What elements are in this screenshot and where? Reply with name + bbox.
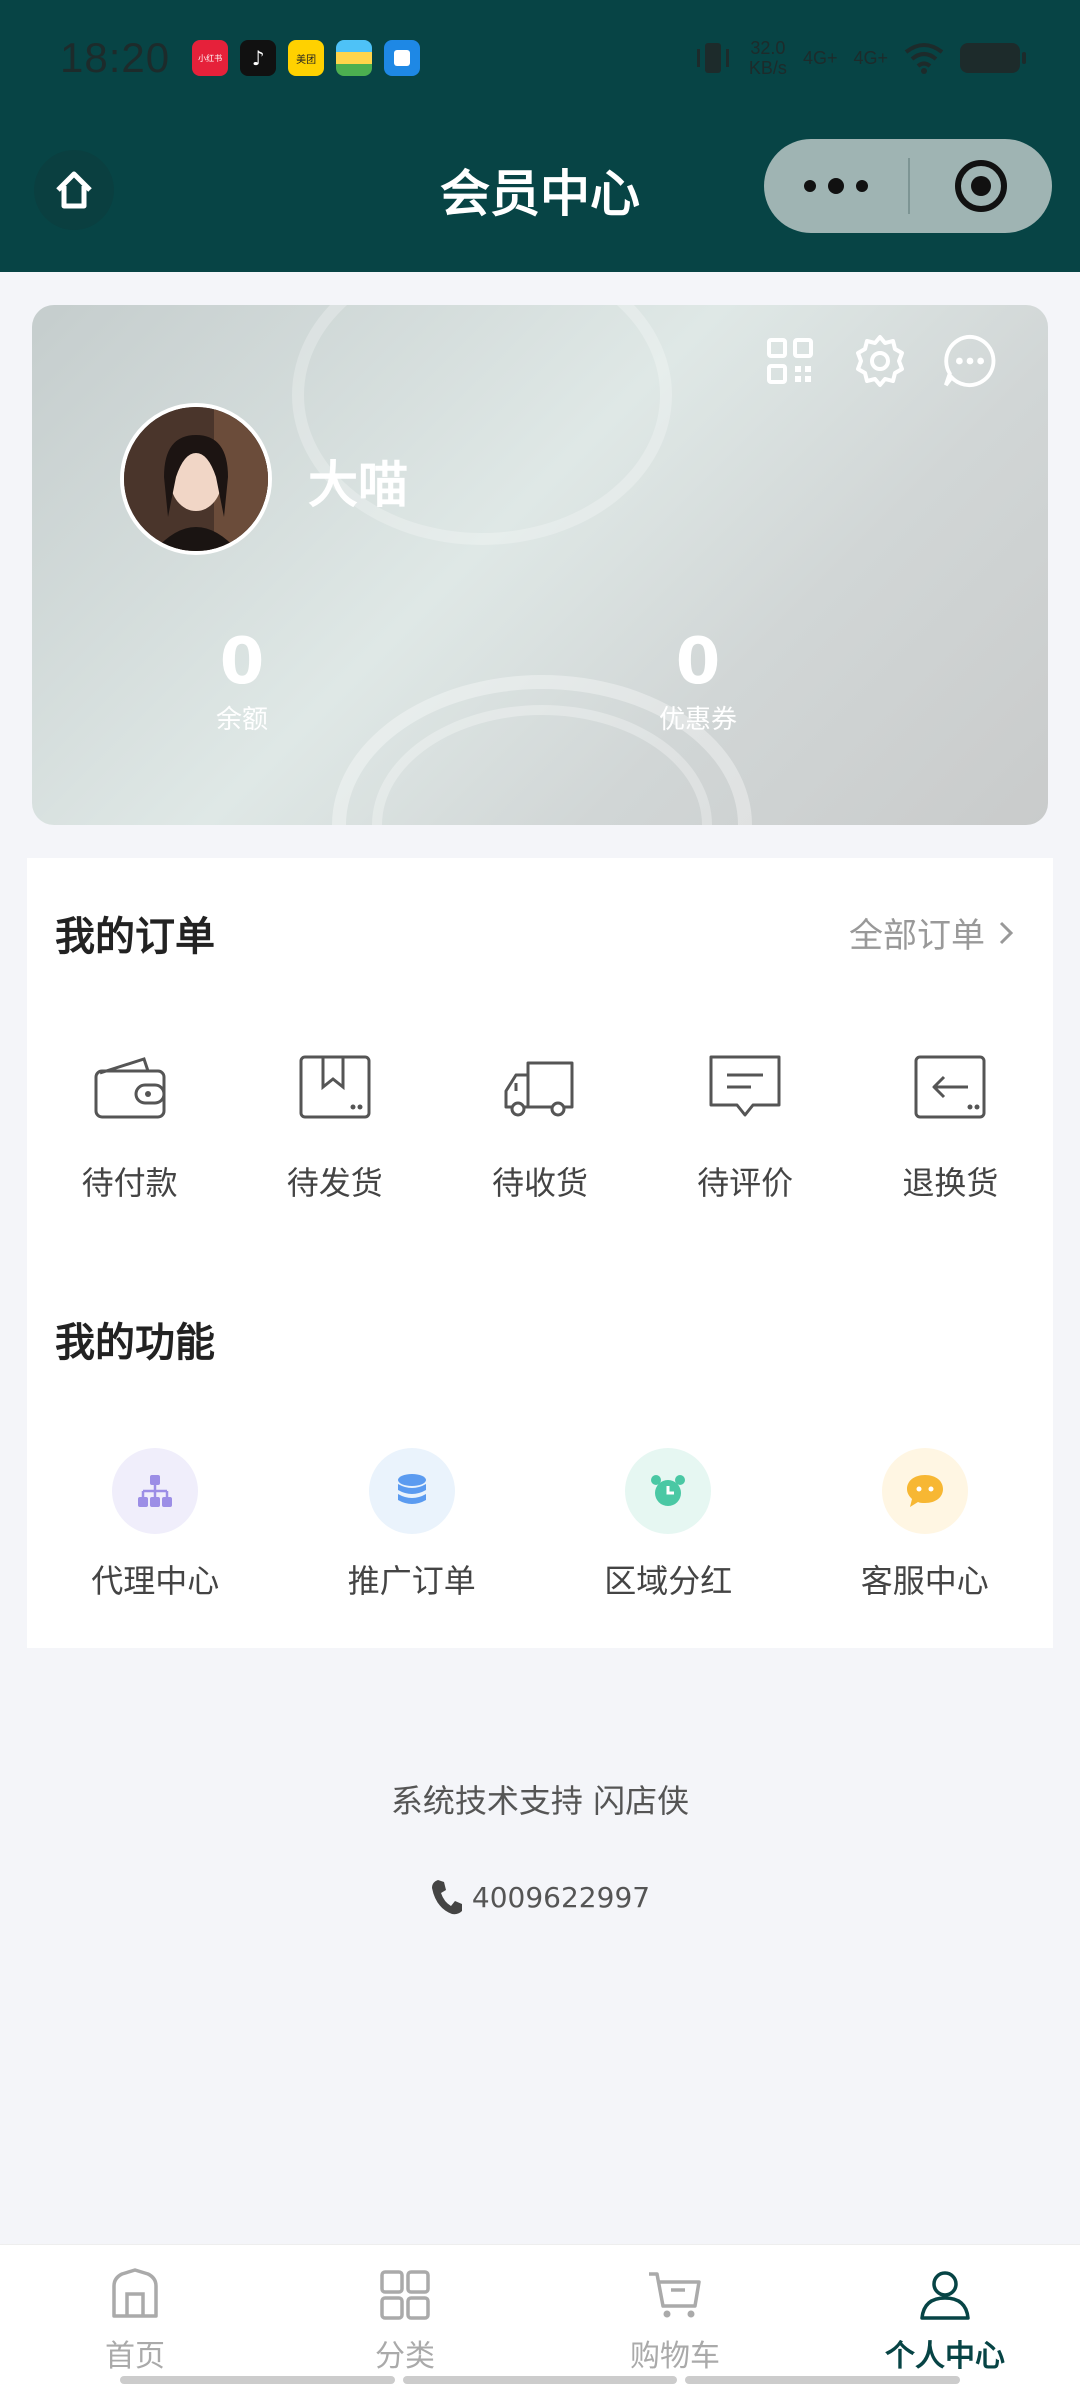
wallet-app-icon (336, 40, 373, 76)
func-promotion-orders[interactable]: 推广订单 (284, 1448, 541, 1602)
miniprogram-capsule (764, 139, 1052, 233)
status-bar: 18:20 小红书 ♪ 美团 32.0 KB/s 4G+ 4G+ (0, 0, 1080, 116)
balance-value: 0 (219, 625, 265, 699)
files-app-icon (384, 40, 421, 76)
order-return-exchange[interactable]: 退换货 (848, 1048, 1053, 1204)
profile-card: 大喵 0 余额 0 优惠券 (32, 305, 1048, 825)
truck-icon (500, 1048, 580, 1128)
tab-profile[interactable]: 个人中心 (810, 2245, 1080, 2388)
order-pending-review[interactable]: 待评价 (643, 1048, 848, 1204)
func-regional-dividend[interactable]: 区域分红 (540, 1448, 797, 1602)
order-status-list: 待付款 待发货 待收货 待评价 退换货 (27, 1048, 1053, 1204)
orders-title: 我的订单 (55, 914, 215, 960)
chat-bubble-icon (881, 1448, 968, 1534)
functions-title: 我的功能 (55, 1320, 215, 1366)
balance-label: 余额 (215, 705, 268, 735)
profile-actions (762, 333, 998, 389)
bottom-tab-bar: 首页 分类 购物车 个人中心 (0, 2244, 1080, 2388)
all-orders-link[interactable]: 全部订单 (849, 908, 1015, 957)
more-button[interactable] (764, 178, 908, 194)
wallet-icon (90, 1048, 170, 1128)
func-customer-service[interactable]: 客服中心 (797, 1448, 1054, 1602)
tab-cart[interactable]: 购物车 (540, 2245, 810, 2388)
person-icon (915, 2265, 975, 2325)
tech-support-text: 系统技术支持 闪店侠 (390, 1782, 690, 1820)
qr-code-icon[interactable] (762, 333, 818, 389)
func-agent-center[interactable]: 代理中心 (27, 1448, 284, 1602)
phone-icon (431, 1880, 462, 1915)
support-phone[interactable]: 4009622997 (0, 1878, 1080, 1916)
orders-functions-panel: 我的订单 全部订单 待付款 待发货 待收货 待评价 退换货 我的功能 代理中心 … (27, 858, 1053, 1648)
signal-2: 4G+ (853, 47, 888, 68)
battery-icon (960, 43, 1026, 73)
tab-category[interactable]: 分类 (270, 2245, 540, 2388)
xiaohongshu-icon: 小红书 (192, 40, 229, 76)
settings-gear-icon[interactable] (852, 333, 908, 389)
close-miniprogram-button[interactable] (910, 158, 1052, 214)
box-icon (295, 1048, 375, 1128)
grid-icon (375, 2265, 435, 2325)
home-icon (105, 2265, 165, 2325)
order-pending-receipt[interactable]: 待收货 (437, 1048, 642, 1204)
functions-list: 代理中心 推广订单 区域分红 客服中心 (27, 1448, 1053, 1602)
top-bar: 18:20 小红书 ♪ 美团 32.0 KB/s 4G+ 4G+ 会员中心 (0, 0, 1080, 272)
return-icon (910, 1048, 990, 1128)
order-pending-shipment[interactable]: 待发货 (232, 1048, 437, 1204)
message-icon[interactable] (942, 333, 998, 389)
comment-icon (705, 1048, 785, 1128)
status-time: 18:20 (60, 34, 171, 81)
coupon-value: 0 (675, 625, 721, 699)
chevron-right-icon (999, 921, 1014, 944)
coupon-label: 优惠券 (658, 705, 737, 735)
gesture-bar (120, 2376, 961, 2384)
coupon-stat[interactable]: 0 优惠券 (598, 627, 798, 736)
order-pending-payment[interactable]: 待付款 (27, 1048, 232, 1204)
vibrate-icon (696, 43, 729, 73)
net-speed: 32.0 KB/s (748, 38, 787, 78)
signal-1: 4G+ (802, 47, 838, 68)
avatar[interactable] (120, 403, 272, 555)
nav-header: 会员中心 (0, 116, 1080, 272)
status-right: 32.0 KB/s 4G+ 4G+ (693, 38, 1026, 78)
cart-icon (645, 2265, 705, 2325)
notification-app-icons: 小红书 ♪ 美团 (192, 40, 421, 76)
target-icon (955, 160, 1007, 212)
wifi-icon (904, 43, 944, 74)
tab-home[interactable]: 首页 (0, 2245, 270, 2388)
alarm-clock-icon (625, 1448, 712, 1534)
username: 大喵 (308, 456, 408, 514)
balance-stat[interactable]: 0 余额 (142, 627, 342, 736)
douyin-icon: ♪ (240, 40, 277, 76)
org-chart-icon (112, 1448, 199, 1534)
meituan-icon: 美团 (288, 40, 325, 76)
database-icon (368, 1448, 455, 1534)
